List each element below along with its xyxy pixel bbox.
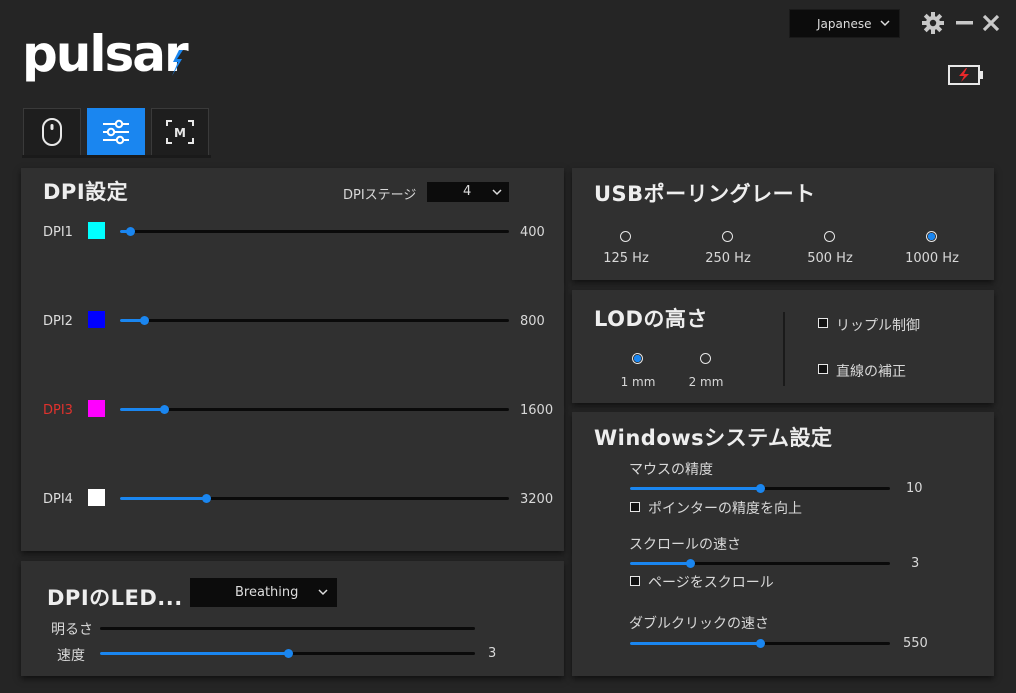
sliders-icon bbox=[103, 119, 129, 145]
usb-rate-radio[interactable] bbox=[722, 231, 733, 242]
brightness-slider[interactable] bbox=[100, 627, 475, 630]
lod-divider bbox=[783, 312, 785, 386]
dpi-slider-handle[interactable] bbox=[140, 316, 150, 325]
dpi-title: DPI設定 bbox=[43, 180, 129, 204]
ripple-control-label: リップル制御 bbox=[836, 318, 920, 334]
svg-text:M: M bbox=[174, 126, 186, 140]
gear-icon[interactable] bbox=[921, 11, 945, 35]
brightness-label: 明るさ bbox=[51, 622, 93, 638]
pointer-precision-label: ポインターの精度を向上 bbox=[648, 501, 802, 517]
dpi-slider-handle[interactable] bbox=[160, 405, 170, 414]
double-click-slider[interactable] bbox=[630, 639, 890, 648]
dpi-row-value: 3200 bbox=[520, 492, 554, 507]
dpi-stage-select[interactable]: 4 bbox=[427, 182, 509, 202]
double-click-label: ダブルクリックの速さ bbox=[629, 616, 769, 632]
mouse-speed-handle[interactable] bbox=[756, 484, 765, 493]
macro-icon: M bbox=[166, 120, 194, 144]
dpi-row-value: 800 bbox=[520, 314, 545, 329]
dpi-stage-value: 4 bbox=[463, 184, 472, 199]
tab-mouse[interactable] bbox=[23, 108, 81, 156]
close-icon[interactable] bbox=[979, 11, 1003, 35]
tab-underline bbox=[22, 155, 211, 158]
windows-settings-title: Windowsシステム設定 bbox=[594, 426, 833, 450]
angle-snapping-checkbox[interactable] bbox=[818, 364, 828, 374]
usb-rate-radio[interactable] bbox=[824, 231, 835, 242]
speed-label: 速度 bbox=[57, 648, 85, 664]
dpi-row-label: DPI4 bbox=[43, 492, 73, 507]
scroll-speed-fill bbox=[630, 562, 690, 565]
lod-title: LODの高さ bbox=[594, 307, 708, 331]
dpi-slider[interactable] bbox=[120, 316, 509, 325]
scroll-speed-slider[interactable] bbox=[630, 559, 890, 568]
usb-rate-label: 500 Hz bbox=[807, 251, 853, 266]
dpi-color-swatch[interactable] bbox=[88, 489, 105, 506]
language-select[interactable]: Japanese bbox=[789, 9, 900, 38]
speed-slider-handle[interactable] bbox=[283, 649, 293, 658]
dpi-row-label: DPI3 bbox=[43, 403, 73, 418]
logo-bolt-icon bbox=[172, 50, 183, 76]
scroll-speed-value: 3 bbox=[911, 556, 920, 571]
double-click-value: 550 bbox=[903, 636, 928, 651]
dpi-led-title: DPIのLED... bbox=[47, 586, 183, 610]
windows-settings-panel: Windowsシステム設定 マウスの精度 10 ポインターの精度を向上 スクロー… bbox=[572, 412, 994, 676]
usb-polling-title: USBポーリングレート bbox=[594, 182, 816, 206]
chevron-down-icon bbox=[318, 589, 328, 596]
speed-value: 3 bbox=[488, 646, 497, 661]
dpi-slider[interactable] bbox=[120, 494, 509, 503]
dpi-panel: DPI設定 DPIステージ 4 DPI1 400 DPI2 800 DPI3 1… bbox=[21, 168, 564, 551]
lod-option-label: 1 mm bbox=[620, 375, 656, 389]
dpi-row-value: 400 bbox=[520, 225, 545, 240]
dpi-color-swatch[interactable] bbox=[88, 222, 105, 239]
minimize-icon[interactable] bbox=[953, 11, 977, 35]
dpi-row-label: DPI2 bbox=[43, 314, 73, 329]
led-mode-value: Breathing bbox=[235, 585, 299, 600]
dpi-slider-handle[interactable] bbox=[125, 227, 135, 236]
mouse-speed-value: 10 bbox=[906, 481, 923, 496]
ripple-control-checkbox[interactable] bbox=[818, 318, 828, 328]
lod-radio[interactable] bbox=[632, 353, 643, 364]
pulsar-logo: pulsar bbox=[22, 25, 189, 83]
tab-macro[interactable]: M bbox=[151, 108, 209, 156]
angle-snapping-label: 直線の補正 bbox=[836, 364, 906, 380]
dpi-led-panel: DPIのLED... Breathing 明るさ 速度 3 bbox=[21, 561, 564, 676]
lod-radio[interactable] bbox=[700, 353, 711, 364]
double-click-handle[interactable] bbox=[756, 639, 765, 648]
chevron-down-icon bbox=[880, 20, 890, 27]
battery-charging-icon bbox=[948, 65, 983, 85]
language-select-value: Japanese bbox=[817, 17, 872, 31]
pointer-precision-checkbox[interactable] bbox=[630, 502, 640, 512]
mouse-icon bbox=[42, 118, 62, 146]
usb-rate-label: 125 Hz bbox=[603, 251, 649, 266]
lod-option-label: 2 mm bbox=[688, 375, 724, 389]
page-scroll-checkbox[interactable] bbox=[630, 576, 640, 586]
scroll-speed-handle[interactable] bbox=[685, 559, 695, 568]
dpi-stage-label: DPIステージ bbox=[343, 188, 417, 203]
speed-slider-fill bbox=[100, 652, 288, 655]
chevron-down-icon bbox=[492, 189, 502, 196]
tab-settings[interactable] bbox=[87, 108, 145, 156]
mouse-speed-fill bbox=[630, 487, 760, 490]
dpi-color-swatch[interactable] bbox=[88, 311, 105, 328]
dpi-slider[interactable] bbox=[120, 227, 509, 236]
led-mode-select[interactable]: Breathing bbox=[190, 578, 337, 607]
speed-slider[interactable] bbox=[100, 649, 475, 658]
dpi-slider[interactable] bbox=[120, 405, 509, 414]
mouse-speed-label: マウスの精度 bbox=[629, 462, 713, 478]
dpi-slider-fill bbox=[120, 408, 165, 411]
dpi-row-label: DPI1 bbox=[43, 225, 73, 240]
dpi-slider-fill bbox=[120, 497, 207, 500]
dpi-slider-handle[interactable] bbox=[202, 494, 212, 503]
usb-rate-label: 250 Hz bbox=[705, 251, 751, 266]
dpi-color-swatch[interactable] bbox=[88, 400, 105, 417]
dpi-row-value: 1600 bbox=[520, 403, 554, 418]
scroll-speed-label: スクロールの速さ bbox=[629, 537, 741, 553]
usb-rate-label: 1000 Hz bbox=[905, 251, 959, 266]
page-scroll-label: ページをスクロール bbox=[648, 575, 774, 591]
usb-rate-radio[interactable] bbox=[926, 231, 937, 242]
usb-polling-panel: USBポーリングレート 125 Hz 250 Hz 500 Hz 1000 Hz bbox=[572, 168, 994, 280]
double-click-fill bbox=[630, 642, 760, 645]
mouse-speed-slider[interactable] bbox=[630, 484, 890, 493]
lod-panel: LODの高さ 1 mm 2 mm リップル制御 直線の補正 bbox=[572, 290, 994, 403]
usb-rate-radio[interactable] bbox=[620, 231, 631, 242]
